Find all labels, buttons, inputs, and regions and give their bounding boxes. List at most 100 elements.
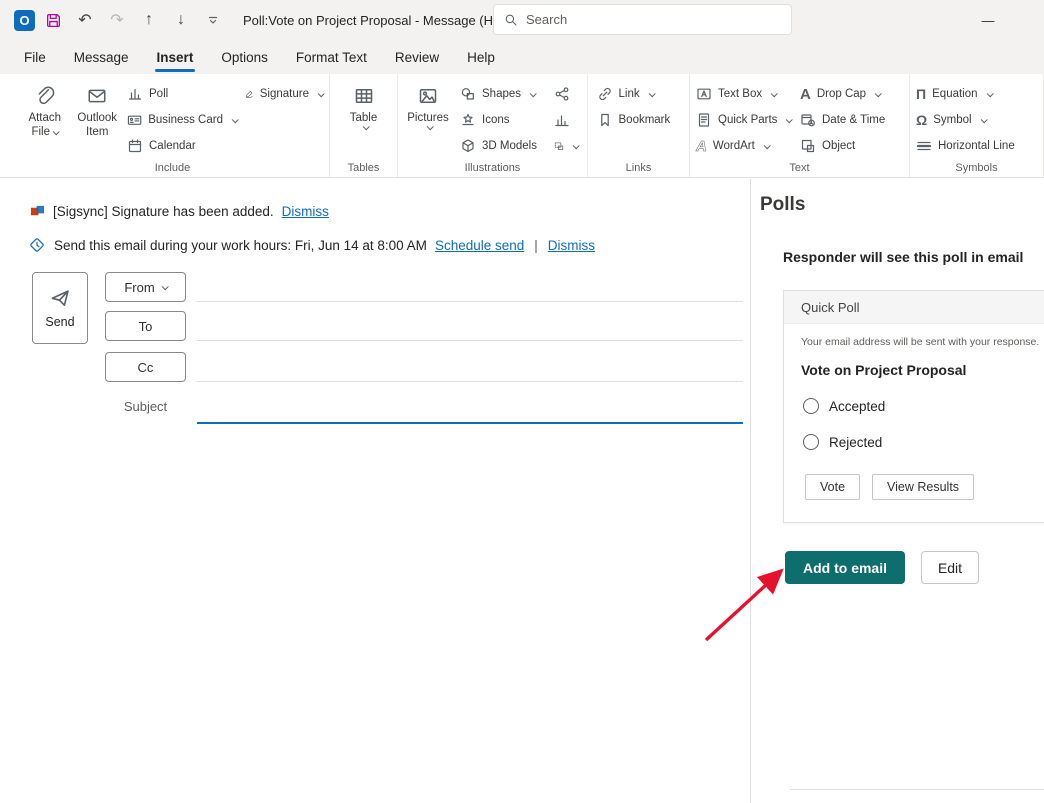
group-label-include: Include — [154, 162, 191, 174]
pointer-arrow — [704, 568, 784, 642]
radio-button[interactable] — [803, 398, 819, 414]
vote-button[interactable]: Vote — [805, 474, 861, 500]
shapes-button[interactable]: Shapes — [456, 83, 550, 105]
ribbon-group-tables: Table Tables — [330, 74, 398, 177]
search-input[interactable] — [526, 12, 781, 27]
chevron-down-icon — [317, 89, 325, 97]
undo-icon[interactable]: ↶ — [71, 6, 99, 34]
icons-button[interactable]: Icons — [456, 109, 550, 131]
symbols-column: Π Equation Ω Symbol Horizontal Line — [912, 78, 1038, 161]
chevron-down-icon — [763, 141, 771, 149]
from-button[interactable]: From — [105, 272, 186, 302]
ribbon-group-links: Link Bookmark Links — [588, 74, 690, 177]
schedule-notice-text: Send this email during your work hours: … — [54, 237, 427, 253]
send-button[interactable]: Send — [32, 272, 88, 344]
tab-insert[interactable]: Insert — [143, 40, 208, 74]
equation-icon: Π — [916, 86, 927, 102]
minimize-button[interactable]: — — [960, 0, 1016, 40]
drop-cap-button[interactable]: A Drop Cap — [796, 83, 906, 105]
from-field[interactable] — [197, 301, 743, 302]
ribbon-group-include: Attach File Outlook Item Poll Business C… — [16, 74, 330, 177]
business-card-button[interactable]: Business Card — [123, 109, 241, 131]
tab-options[interactable]: Options — [207, 40, 282, 74]
chevron-down-icon — [770, 89, 778, 97]
chevron-down-icon — [986, 89, 994, 97]
notice-divider: | — [534, 237, 538, 253]
schedule-send-link[interactable]: Schedule send — [435, 238, 524, 253]
chart-button[interactable] — [550, 109, 582, 131]
ribbon-tabs: File Message Insert Options Format Text … — [0, 40, 1044, 74]
cc-field[interactable] — [197, 381, 743, 382]
attach-file-button[interactable]: Attach File — [18, 78, 71, 140]
poll-privacy-note: Your email address will be sent with you… — [801, 336, 1040, 348]
tab-review[interactable]: Review — [381, 40, 453, 74]
poll-icon — [128, 88, 142, 100]
chevron-down-icon — [52, 128, 60, 136]
3d-models-button[interactable]: 3D Models — [456, 135, 550, 157]
outlook-item-button[interactable]: Outlook Item — [71, 78, 123, 140]
signature-button[interactable]: Signature — [241, 83, 327, 105]
view-results-button[interactable]: View Results — [872, 474, 975, 500]
edit-button[interactable]: Edit — [921, 551, 979, 584]
tab-format-text[interactable]: Format Text — [282, 40, 381, 74]
cc-button[interactable]: Cc — [105, 352, 186, 382]
to-button[interactable]: To — [105, 311, 186, 341]
ribbon-group-symbols: Π Equation Ω Symbol Horizontal Line Symb… — [910, 74, 1044, 177]
horizontal-line-button[interactable]: Horizontal Line — [912, 135, 1038, 157]
next-item-icon[interactable]: ↓ — [167, 6, 195, 34]
panel-bottom-divider — [790, 789, 1044, 790]
to-field[interactable] — [197, 340, 743, 341]
polls-subtitle: Responder will see this poll in email — [783, 249, 1024, 265]
signature-column: Signature — [241, 78, 327, 109]
cube-icon — [462, 139, 474, 153]
save-icon[interactable] — [39, 6, 67, 34]
tab-file[interactable]: File — [10, 40, 60, 74]
poll-option-rejected[interactable]: Rejected — [803, 434, 1044, 450]
paperclip-icon — [35, 81, 55, 111]
search-box[interactable] — [493, 4, 792, 35]
business-card-icon — [127, 115, 142, 125]
screenshot-button[interactable] — [550, 135, 582, 157]
signature-notice-text: [Sigsync] Signature has been added. — [53, 204, 274, 219]
ribbon: Attach File Outlook Item Poll Business C… — [0, 74, 1044, 178]
redo-icon[interactable]: ↷ — [103, 6, 131, 34]
text-box-button[interactable]: Text Box — [692, 83, 796, 105]
table-button[interactable]: Table — [337, 78, 391, 131]
radio-button[interactable] — [803, 434, 819, 450]
outlook-app-icon[interactable]: O — [14, 9, 35, 31]
poll-question: Vote on Project Proposal — [801, 362, 967, 378]
customize-quick-access-icon[interactable] — [199, 6, 227, 34]
ribbon-group-illustrations: Pictures Shapes Icons 3D Models Illustra… — [398, 74, 588, 177]
bookmark-button[interactable]: Bookmark — [593, 109, 685, 131]
tab-message[interactable]: Message — [60, 40, 143, 74]
wordart-button[interactable]: A WordArt — [692, 135, 796, 157]
quick-access-toolbar: ↶ ↷ ↑ ↓ — [35, 6, 227, 34]
date-time-button[interactable]: Date & Time — [796, 109, 906, 131]
subject-field[interactable] — [197, 422, 743, 424]
schedule-dismiss-link[interactable]: Dismiss — [548, 238, 595, 253]
calendar-button[interactable]: Calendar — [123, 135, 241, 157]
add-to-email-button[interactable]: Add to email — [785, 551, 905, 584]
quick-parts-button[interactable]: Quick Parts — [692, 109, 796, 131]
symbol-button[interactable]: Ω Symbol — [912, 109, 1038, 131]
pictures-button[interactable]: Pictures — [400, 78, 456, 131]
signature-dismiss-link[interactable]: Dismiss — [282, 204, 329, 219]
object-icon — [801, 139, 815, 153]
titlebar: O ↶ ↷ ↑ ↓ Poll:Vote on Project Proposal … — [0, 0, 1044, 40]
smartart-button[interactable] — [550, 83, 582, 105]
table-icon — [354, 81, 374, 111]
poll-button[interactable]: Poll — [123, 83, 241, 105]
chevron-down-icon — [572, 141, 580, 149]
smartart-icon — [555, 87, 569, 101]
tab-help[interactable]: Help — [453, 40, 509, 74]
previous-item-icon[interactable]: ↑ — [135, 6, 163, 34]
poll-option-accepted[interactable]: Accepted — [803, 398, 1044, 414]
window-title: Poll:Vote on Project Proposal - Message … — [243, 12, 511, 28]
send-plane-icon — [51, 290, 69, 306]
link-button[interactable]: Link — [593, 83, 685, 105]
object-button[interactable]: Object — [796, 135, 906, 157]
equation-button[interactable]: Π Equation — [912, 83, 1038, 105]
group-label-illustrations: Illustrations — [464, 162, 521, 174]
chevron-down-icon — [786, 115, 794, 123]
chevron-down-icon — [362, 123, 370, 131]
